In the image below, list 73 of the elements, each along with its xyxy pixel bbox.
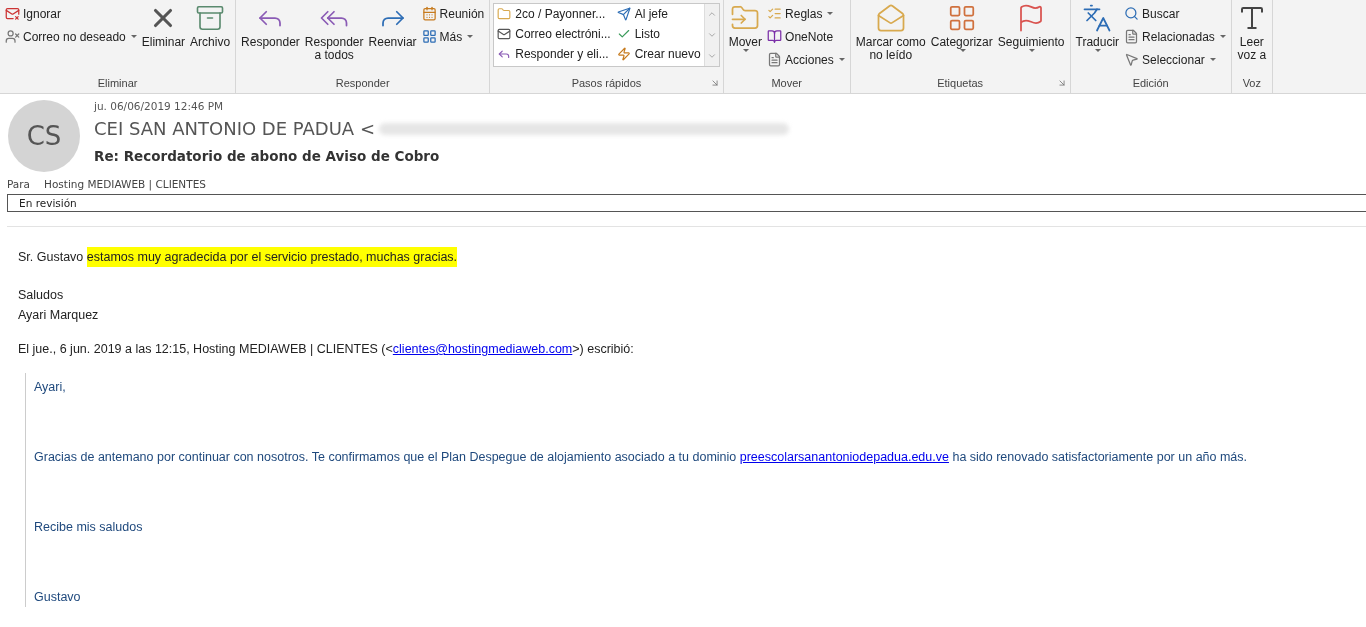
quick-step[interactable]: Responder y eli... bbox=[497, 44, 611, 64]
info-bar: En revisión bbox=[7, 194, 1366, 212]
ribbon-button[interactable]: Ignorar bbox=[3, 3, 139, 24]
envelope-icon bbox=[875, 3, 906, 33]
message-subject: Re: Recordatorio de abono de Aviso de Cobro bbox=[94, 148, 441, 164]
group-label: Etiquetas bbox=[937, 76, 984, 91]
ribbon-button[interactable]: Traducir bbox=[1073, 3, 1122, 52]
lightning-icon bbox=[616, 47, 631, 61]
dialog-launcher-icon[interactable] bbox=[1056, 78, 1067, 88]
avatar: CS bbox=[8, 100, 80, 172]
quoted-paragraph: Gracias de antemano por continuar con nosotros. Te confirmamos que el Plan Despegue de alojamiento asociado a tu dominio preescolarsanantoniodepadua.edu.ve ha sido renovado satisfactoriamente por un año más. bbox=[34, 449, 1249, 466]
user-blocked-icon bbox=[5, 29, 20, 44]
message-date: ju. 06/06/2019 12:46 PM bbox=[94, 100, 225, 112]
recipient[interactable]: Hosting MEDIAWEB | CLIENTES bbox=[44, 178, 206, 190]
ribbon-button[interactable]: Buscar bbox=[1122, 3, 1228, 24]
ribbon-button[interactable]: Leer voz a bbox=[1234, 3, 1269, 62]
quick-step[interactable]: Al jefe bbox=[616, 4, 701, 24]
ribbon-button[interactable]: Acciones bbox=[765, 49, 847, 70]
ribbon-button[interactable]: Relacionadas bbox=[1122, 26, 1228, 47]
quick-step[interactable]: Crear nuevo bbox=[616, 44, 701, 64]
ribbon-button[interactable]: Reunión bbox=[419, 3, 487, 24]
quick-step[interactable]: Correo electróni... bbox=[497, 24, 611, 44]
ribbon-button[interactable]: OneNote bbox=[765, 26, 847, 47]
quoted-paragraph: Gustavo bbox=[34, 589, 82, 606]
quick-step[interactable]: Listo bbox=[616, 24, 701, 44]
ribbon-button[interactable]: Más bbox=[419, 26, 487, 47]
ribbon-button[interactable]: Responder a todos bbox=[302, 3, 366, 62]
folder-icon bbox=[497, 7, 512, 21]
ribbon-button[interactable]: Correo no deseado bbox=[3, 26, 139, 47]
ribbon-button[interactable]: Mover bbox=[726, 3, 765, 52]
ribbon-button[interactable]: Seleccionar bbox=[1122, 49, 1228, 70]
ribbon-button[interactable]: Eliminar bbox=[139, 3, 188, 49]
group-label: Edición bbox=[1132, 76, 1169, 91]
group-label: Eliminar bbox=[97, 76, 138, 91]
send-icon bbox=[616, 7, 631, 21]
envelope-icon bbox=[497, 27, 512, 41]
archive-box-icon bbox=[195, 3, 226, 33]
group-label: Responder bbox=[335, 76, 390, 91]
dialog-launcher-icon[interactable] bbox=[709, 78, 720, 88]
document-icon bbox=[1124, 29, 1140, 44]
signature-line: Saludos bbox=[18, 287, 65, 304]
ribbon-button[interactable]: Reenviar bbox=[366, 3, 419, 49]
ribbon-button[interactable]: Marcar como no leído bbox=[853, 3, 928, 62]
ribbon-button[interactable]: Seguimiento bbox=[995, 3, 1067, 52]
sender-name: CEI SAN ANTONIO DE PADUA < bbox=[94, 118, 375, 139]
group-label: Pasos rápidos bbox=[571, 76, 642, 91]
quote-header: El jue., 6 jun. 2019 a las 12:15, Hosting MEDIAWEB | CLIENTES (<clientes@hostingmediaweb.com>) escribió: bbox=[18, 341, 635, 358]
pointer-icon bbox=[1124, 52, 1140, 67]
signature-line: Ayari Marquez bbox=[18, 307, 100, 324]
link[interactable]: preescolarsanantoniodepadua.edu.ve bbox=[739, 450, 949, 464]
calendar-icon bbox=[421, 6, 437, 21]
list-icon bbox=[767, 6, 783, 21]
quoted-paragraph: Recibe mis saludos bbox=[34, 519, 144, 536]
check-icon bbox=[616, 27, 631, 41]
link[interactable]: clientes@hostingmediaweb.com bbox=[392, 342, 573, 356]
quick-step[interactable]: 2co / Payonner... bbox=[497, 4, 611, 24]
document-icon bbox=[767, 52, 783, 67]
notebook-icon bbox=[767, 29, 783, 44]
translate-icon bbox=[1082, 3, 1113, 33]
group-label: Voz bbox=[1242, 76, 1261, 91]
search-icon bbox=[1124, 6, 1140, 21]
quoted-paragraph: Ayari, bbox=[34, 379, 67, 396]
chevron-down-icon bbox=[706, 30, 717, 40]
ribbon-button[interactable]: Responder bbox=[239, 3, 302, 49]
group-label: Mover bbox=[771, 76, 802, 91]
reply-icon bbox=[497, 47, 512, 61]
ribbon-button[interactable]: Categorizar bbox=[928, 3, 995, 52]
ignore-icon bbox=[5, 6, 20, 21]
to-label: Para bbox=[7, 178, 31, 190]
ribbon-button[interactable]: Archivo bbox=[188, 3, 233, 49]
grid-icon bbox=[421, 29, 437, 44]
ribbon-button[interactable]: Reglas bbox=[765, 3, 847, 24]
greeting-paragraph: Sr. Gustavo estamos muy agradecida por el servicio prestado, muchas gracias. bbox=[18, 247, 1348, 267]
